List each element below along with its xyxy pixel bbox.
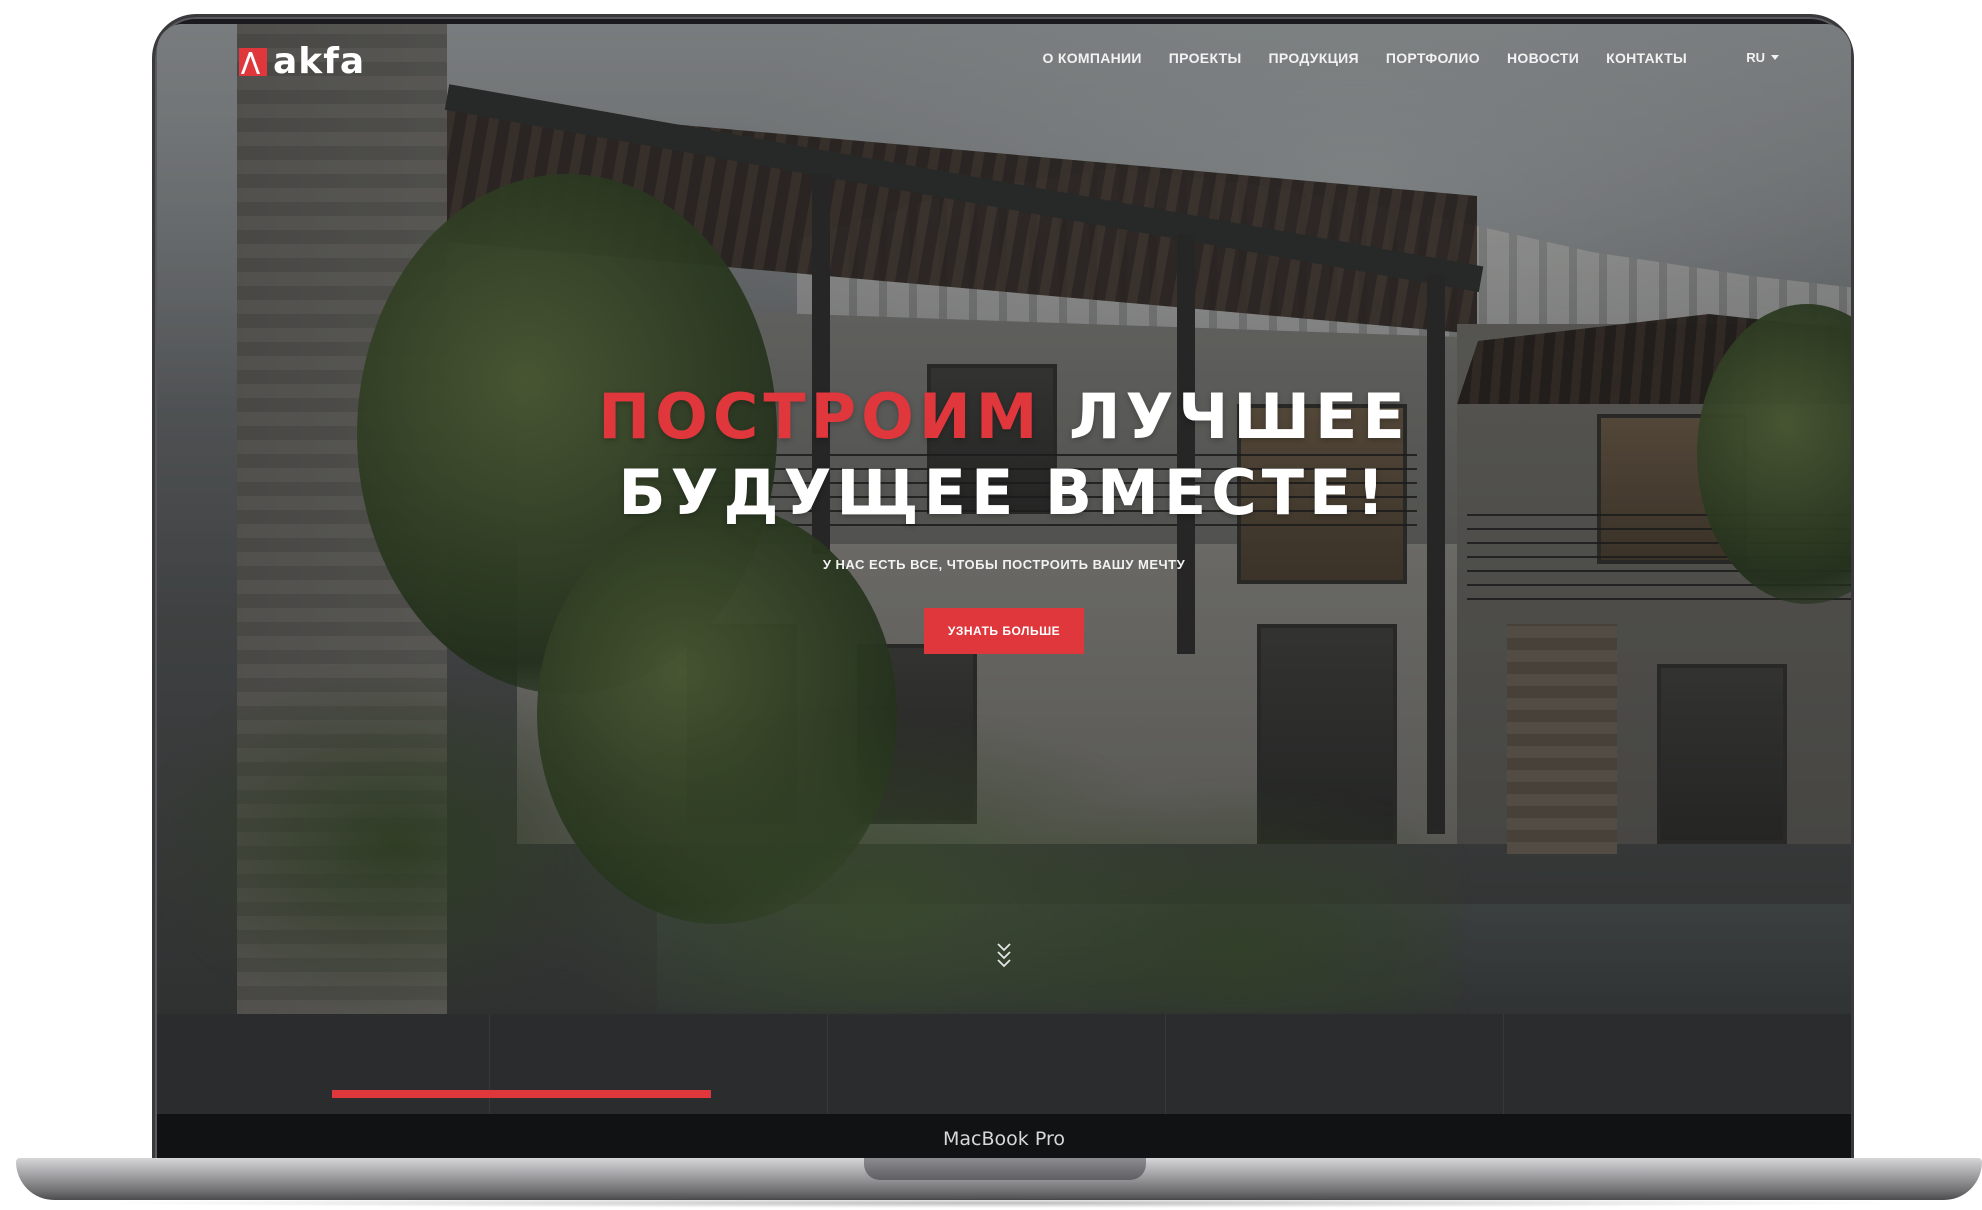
- akfa-logo-icon: [239, 48, 267, 76]
- logo-text: akfa: [273, 41, 366, 82]
- laptop-bottom-bezel: MacBook Pro: [157, 1114, 1851, 1160]
- slider-column-divider: [1503, 1014, 1504, 1114]
- nav-item-contacts[interactable]: КОНТАКТЫ: [1606, 50, 1687, 66]
- laptop-base-shadow: [80, 1198, 1920, 1208]
- hero-headline-rest: ЛУЧШЕЕ: [1042, 380, 1410, 453]
- nav-item-news[interactable]: НОВОСТИ: [1507, 50, 1579, 66]
- scroll-down-icon[interactable]: [996, 942, 1012, 970]
- nav-item-projects[interactable]: ПРОЕКТЫ: [1169, 50, 1242, 66]
- caret-down-icon: [1771, 55, 1779, 60]
- slider-column-divider: [1165, 1014, 1166, 1114]
- logo-link[interactable]: akfa: [239, 44, 365, 80]
- language-selector-label: RU: [1746, 50, 1765, 65]
- nav-item-products[interactable]: ПРОДУКЦИЯ: [1269, 50, 1359, 66]
- nav-item-portfolio[interactable]: ПОРТФОЛИО: [1386, 50, 1480, 66]
- hero-headline: ПОСТРОИМ ЛУЧШЕЕ БУДУЩЕЕ ВМЕСТЕ!: [157, 379, 1851, 531]
- lower-slider-band: [157, 1014, 1851, 1114]
- hero-section: akfa О КОМПАНИИ ПРОЕКТЫ ПРОДУКЦИЯ ПОРТФО…: [157, 24, 1851, 1014]
- laptop-screen: akfa О КОМПАНИИ ПРОЕКТЫ ПРОДУКЦИЯ ПОРТФО…: [157, 24, 1851, 1114]
- slider-progress-fill: [332, 1090, 711, 1098]
- hero-content: ПОСТРОИМ ЛУЧШЕЕ БУДУЩЕЕ ВМЕСТЕ! У НАС ЕС…: [157, 379, 1851, 654]
- laptop-base-notch: [864, 1158, 1146, 1180]
- language-selector[interactable]: RU: [1746, 50, 1779, 65]
- slider-column-divider: [489, 1014, 490, 1114]
- device-label: MacBook Pro: [943, 1128, 1065, 1150]
- top-navigation: akfa О КОМПАНИИ ПРОЕКТЫ ПРОДУКЦИЯ ПОРТФО…: [157, 24, 1851, 94]
- main-menu: О КОМПАНИИ ПРОЕКТЫ ПРОДУКЦИЯ ПОРТФОЛИО Н…: [1043, 50, 1688, 66]
- nav-item-about[interactable]: О КОМПАНИИ: [1043, 50, 1142, 66]
- hero-subheadline: У НАС ЕСТЬ ВСЕ, ЧТОБЫ ПОСТРОИТЬ ВАШУ МЕЧ…: [822, 557, 1186, 572]
- learn-more-button[interactable]: УЗНАТЬ БОЛЬШЕ: [924, 608, 1084, 654]
- slider-progress-track: [332, 1090, 1684, 1098]
- slider-column-divider: [827, 1014, 828, 1114]
- hero-headline-line-2: БУДУЩЕЕ ВМЕСТЕ!: [618, 456, 1390, 529]
- hero-headline-accent: ПОСТРОИМ: [598, 380, 1043, 453]
